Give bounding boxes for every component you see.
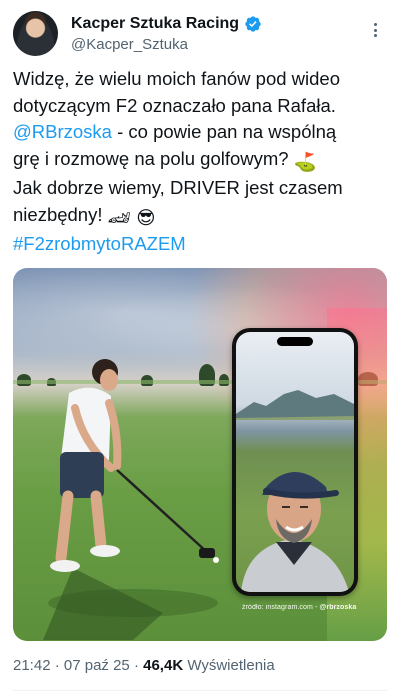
tweet-header: Kacper Sztuka Racing @Kacper_Sztuka — [13, 10, 387, 58]
tweet-line-2: dotyczącym F2 oznaczało pana Rafała. — [13, 94, 336, 116]
author-name-row: Kacper Sztuka Racing — [71, 14, 262, 34]
verified-badge-icon — [245, 16, 261, 32]
selfie-person — [241, 472, 349, 592]
tweet-line-1: Widzę, że wielu moich fanów pod wideo — [13, 68, 340, 89]
views-count: 46,4K — [143, 657, 184, 674]
hashtag-link[interactable]: #F2zrobmytoRAZEM — [13, 231, 393, 258]
tweet-line-6: niezbędny! 🏎 😎 — [13, 202, 393, 232]
more-options-icon[interactable] — [367, 20, 383, 40]
author-avatar[interactable] — [13, 11, 58, 56]
tweet-date[interactable]: 07 paź 25 — [64, 657, 130, 674]
meta-separator-2: · — [133, 657, 139, 674]
tweet-line-5: Jak dobrze wiemy, DRIVER jest czasem — [13, 177, 343, 198]
author-display-name[interactable]: Kacper Sztuka Racing — [71, 14, 239, 34]
mountain-range — [236, 390, 354, 420]
tweet-line-3-text: - co powie pan na wspólną — [117, 121, 337, 142]
meta-separator: · — [54, 657, 60, 674]
tweet-line-4-text: grę i rozmowę na polu golfowym? — [13, 147, 289, 169]
tweet-meta: 21:42 · 07 paź 25 · 46,4K Wyświetlenia — [13, 656, 275, 676]
views-label: Wyświetlenia — [187, 657, 275, 674]
bottom-divider — [13, 690, 387, 691]
tweet-line-3: @RBrzoska - co powie pan na wspólną — [13, 119, 393, 146]
sunglasses-face-icon: 😎 — [136, 206, 156, 228]
tweet-text: Widzę, że wielu moich fanów pod wideo do… — [13, 66, 393, 258]
image-credit: źródło: instagram.com - @rbrzoska — [242, 604, 357, 611]
phone-notch — [277, 337, 313, 346]
mention-link[interactable]: @RBrzoska — [13, 121, 112, 142]
tweet-line-6-text: niezbędny! — [13, 203, 103, 225]
tweet-time[interactable]: 21:42 — [13, 657, 51, 674]
author-handle[interactable]: @Kacper_Sztuka — [71, 35, 188, 55]
tweet-media-image[interactable]: źródło: instagram.com - @rbrzoska — [13, 268, 387, 641]
golf-flag-icon: ⛳ — [293, 150, 317, 172]
phone-screen — [236, 332, 354, 592]
phone-overlay — [232, 328, 358, 596]
race-car-icon: 🏎 — [107, 206, 132, 228]
tweet-line-4: grę i rozmowę na polu golfowym? ⛳ — [13, 146, 393, 176]
